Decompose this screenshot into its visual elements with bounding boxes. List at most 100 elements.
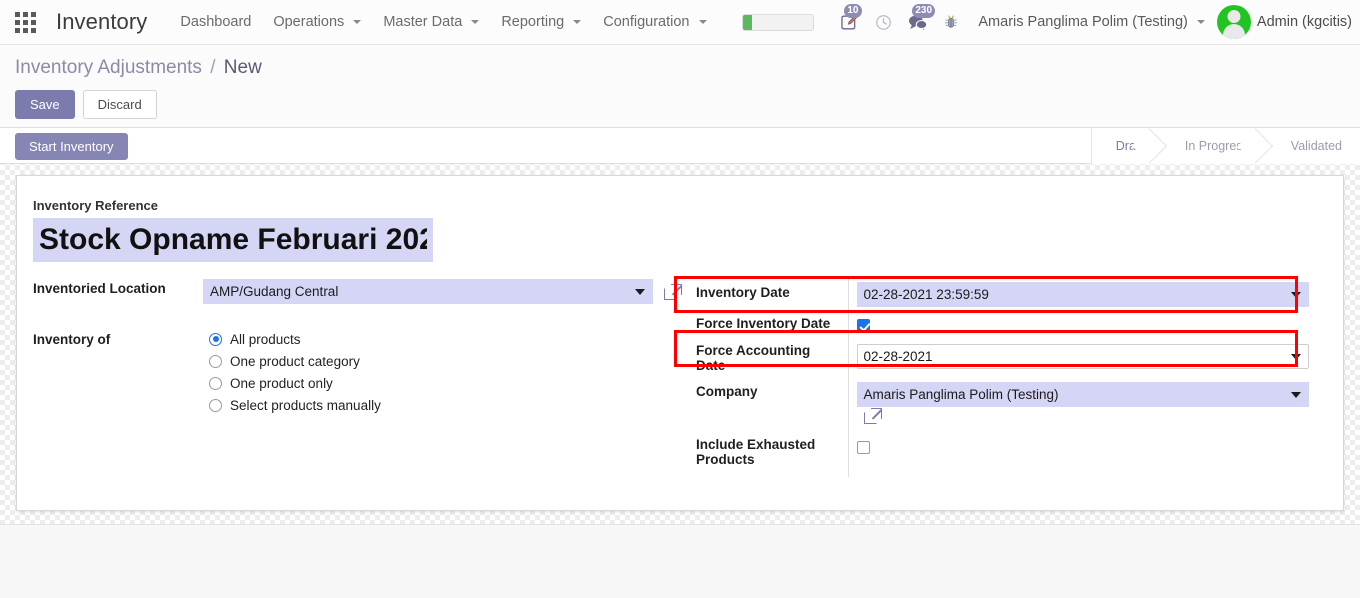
menu-item-label: Dashboard xyxy=(180,14,252,30)
main-menu: Dashboard Operations Master Data Reporti… xyxy=(169,10,717,34)
breadcrumb-root[interactable]: Inventory Adjustments xyxy=(15,57,202,78)
activities-badge: 10 xyxy=(844,4,862,18)
include-exhausted-products-label: Include Exhausted Products xyxy=(688,431,849,477)
chevron-down-icon xyxy=(698,20,707,25)
menu-item-dashboard[interactable]: Dashboard xyxy=(169,10,262,34)
breadcrumb-current: New xyxy=(223,57,262,78)
inventory-date-value: 02-28-2021 23:59:59 xyxy=(848,279,1333,313)
chevron-down-icon xyxy=(353,20,362,25)
radio-select-products-manually[interactable]: Select products manually xyxy=(209,398,688,413)
clock-button[interactable] xyxy=(866,5,900,39)
record-action-buttons: Save Discard xyxy=(15,90,157,119)
inventory-of-label: Inventory of xyxy=(33,331,111,347)
usage-progress-bar xyxy=(742,13,815,31)
avatar[interactable] xyxy=(1216,5,1251,39)
menu-item-label: Master Data xyxy=(383,14,463,30)
field-row-company: Company Amaris Panglima Polim (Testing) xyxy=(688,379,1333,431)
status-step-validated[interactable]: Validated xyxy=(1266,128,1360,164)
app-brand-title[interactable]: Inventory xyxy=(56,9,147,35)
discard-button[interactable]: Discard xyxy=(82,90,157,119)
radio-indicator xyxy=(209,332,222,346)
menu-item-label: Configuration xyxy=(603,14,690,30)
page-bottom-background xyxy=(0,524,1360,598)
clock-icon xyxy=(876,14,891,30)
apps-grid-icon[interactable] xyxy=(12,9,38,35)
radio-indicator xyxy=(209,376,222,390)
form-right-column: Inventory Date 02-28-2021 23:59:59 Force… xyxy=(688,279,1333,477)
status-step-label: Validated xyxy=(1290,139,1342,153)
radio-label: Select products manually xyxy=(230,397,381,413)
inventory-reference-input[interactable] xyxy=(33,218,433,262)
inventory-reference-label: Inventory Reference xyxy=(33,198,158,213)
top-navbar: Inventory Dashboard Operations Master Da… xyxy=(0,0,1360,45)
statusbar-row: Start Inventory Draft In Progress Valida… xyxy=(0,128,1360,164)
user-menu[interactable]: Admin (kgcitis) xyxy=(1257,14,1352,30)
menu-item-configuration[interactable]: Configuration xyxy=(592,10,717,34)
open-company-external-link-icon[interactable] xyxy=(863,407,882,424)
radio-label: All products xyxy=(230,331,301,347)
activities-button[interactable]: 10 xyxy=(832,4,866,39)
company-switcher[interactable]: Amaris Panglima Polim (Testing) xyxy=(968,14,1215,30)
app-root: Inventory Dashboard Operations Master Da… xyxy=(0,0,1360,598)
status-step-in-progress[interactable]: In Progress xyxy=(1160,128,1273,164)
inventory-date-input[interactable]: 02-28-2021 23:59:59 xyxy=(856,282,1309,307)
messages-badge: 230 xyxy=(912,4,936,18)
radio-one-product-only[interactable]: One product only xyxy=(209,376,688,391)
start-inventory-button[interactable]: Start Inventory xyxy=(15,133,128,160)
radio-one-product-category[interactable]: One product category xyxy=(209,354,688,369)
force-accounting-date-label: Force Accounting Date xyxy=(688,340,849,379)
inventory-of-radio-group: All products One product category One pr… xyxy=(209,330,688,413)
save-button[interactable]: Save xyxy=(15,90,75,119)
force-inventory-date-checkbox[interactable] xyxy=(856,319,870,333)
inventoried-location-value: AMP/Gudang Central xyxy=(203,279,688,322)
company-label: Company xyxy=(688,379,849,431)
field-row-inventory-date: Inventory Date 02-28-2021 23:59:59 xyxy=(688,279,1333,313)
messages-button[interactable]: 230 xyxy=(900,4,936,39)
form-columns: Inventoried Location AMP/Gudang Central … xyxy=(33,279,1333,477)
menu-item-label: Reporting xyxy=(501,14,565,30)
field-row-location: Inventoried Location AMP/Gudang Central xyxy=(33,279,688,322)
chevron-down-icon xyxy=(573,20,582,25)
radio-label: One product category xyxy=(230,353,360,369)
include-exhausted-products-checkbox[interactable] xyxy=(856,441,870,455)
debug-bug-icon xyxy=(945,15,958,28)
company-value: Amaris Panglima Polim (Testing) xyxy=(848,379,1333,431)
form-sheet: Inventory Reference Inventoried Location… xyxy=(16,175,1344,511)
debug-button[interactable] xyxy=(934,5,968,39)
chevron-down-icon xyxy=(471,20,480,25)
inventory-date-select-wrap: 02-28-2021 23:59:59 xyxy=(856,282,1309,307)
status-step-draft[interactable]: Draft xyxy=(1091,128,1168,164)
breadcrumb: Inventory Adjustments / New xyxy=(15,57,262,79)
inventoried-location-label: Inventoried Location xyxy=(33,281,166,296)
radio-label: One product only xyxy=(230,375,333,391)
radio-indicator xyxy=(209,398,222,412)
control-panel: Inventory Adjustments / New Save Discard xyxy=(0,45,1360,128)
inventory-date-label: Inventory Date xyxy=(688,279,849,313)
inventoried-location-select-wrap: AMP/Gudang Central xyxy=(203,279,653,304)
open-location-external-link-icon[interactable] xyxy=(664,283,683,300)
company-select-wrap: Amaris Panglima Polim (Testing) xyxy=(856,382,1309,407)
navbar-right-tools: 10 230 Amaris Panglima Polim (Testing) A… xyxy=(742,0,1360,44)
force-inventory-date-label: Force Inventory Date xyxy=(688,313,849,340)
form-left-column: Inventoried Location AMP/Gudang Central … xyxy=(33,279,688,477)
company-switcher-label: Amaris Panglima Polim (Testing) xyxy=(978,14,1188,30)
inventory-of-options: All products One product category One pr… xyxy=(203,322,688,477)
force-inventory-date-value xyxy=(848,313,1333,340)
radio-all-products[interactable]: All products xyxy=(209,332,688,347)
menu-item-label: Operations xyxy=(273,14,345,30)
menu-item-master-data[interactable]: Master Data xyxy=(372,10,490,34)
field-row-force-inventory-date: Force Inventory Date xyxy=(688,313,1333,340)
chevron-down-icon xyxy=(1196,20,1205,25)
menu-item-operations[interactable]: Operations xyxy=(262,10,372,34)
company-select[interactable]: Amaris Panglima Polim (Testing) xyxy=(856,382,1309,407)
menu-item-reporting[interactable]: Reporting xyxy=(490,10,592,34)
force-accounting-date-select-wrap: 02-28-2021 xyxy=(856,344,1309,369)
inventoried-location-select[interactable]: AMP/Gudang Central xyxy=(203,279,653,304)
field-row-inventory-of: Inventory of All products One product ca… xyxy=(33,322,688,477)
force-accounting-date-input[interactable]: 02-28-2021 xyxy=(856,344,1309,369)
radio-indicator xyxy=(209,354,222,368)
field-row-include-exhausted: Include Exhausted Products xyxy=(688,431,1333,477)
status-steps: Draft In Progress Validated xyxy=(1090,128,1360,164)
force-accounting-date-value: 02-28-2021 xyxy=(848,340,1333,379)
field-row-force-accounting-date: Force Accounting Date 02-28-2021 xyxy=(688,340,1333,379)
